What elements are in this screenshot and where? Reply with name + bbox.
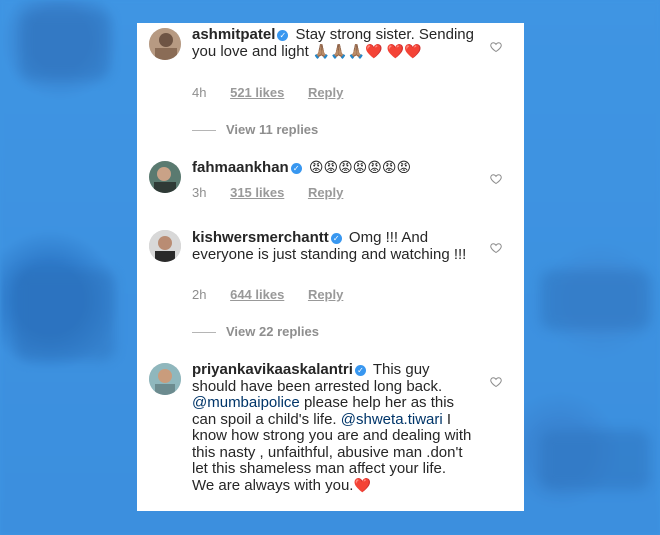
likes-link[interactable]: 644 likes — [230, 287, 284, 302]
view-replies-button[interactable]: View 11 replies — [192, 122, 318, 137]
reply-button[interactable]: Reply — [308, 185, 343, 200]
avatar[interactable] — [149, 230, 181, 262]
comment-text: ashmitpatel ✓ Stay strong sister. Sending… — [192, 26, 477, 60]
replies-divider — [192, 332, 216, 334]
replies-divider — [192, 130, 216, 132]
verified-badge-icon: ✓ — [330, 233, 342, 244]
comment-meta: 2h 644 likes Reply — [192, 287, 363, 302]
username[interactable]: ashmitpatel — [192, 26, 275, 43]
avatar[interactable] — [149, 363, 181, 395]
likes-link[interactable]: 315 likes — [230, 185, 284, 200]
blurred-shape — [15, 270, 115, 360]
username[interactable]: kishwersmerchantt — [192, 229, 329, 246]
comment-time: 2h — [192, 287, 207, 302]
comment-body-4: We are always with you. — [192, 476, 354, 494]
comment-emoji: 😡😡😡😡😡😡😡 — [308, 159, 412, 175]
comment-text: kishwersmerchantt ✓ Omg !!! And everyone … — [192, 229, 477, 263]
blurred-shape — [540, 430, 650, 490]
comment-meta: 4h 521 likes Reply — [192, 85, 363, 100]
comment-emoji: 🙏🏽🙏🏽🙏🏽❤️ ❤️❤️ — [312, 42, 422, 59]
comment-time: 4h — [192, 85, 207, 100]
mention-link[interactable]: @mumbaipolice — [192, 394, 300, 411]
avatar[interactable] — [149, 28, 181, 60]
comment-time: 3h — [192, 185, 207, 200]
reply-button[interactable]: Reply — [308, 85, 343, 100]
view-replies-label: View 11 replies — [226, 122, 319, 137]
view-replies-label: View 22 replies — [226, 324, 319, 339]
username[interactable]: fahmaankhan — [192, 159, 289, 176]
comments-card: ashmitpatel ✓ Stay strong sister. Sending… — [137, 23, 524, 511]
avatar[interactable] — [149, 161, 181, 193]
heart-icon[interactable] — [490, 242, 502, 254]
verified-badge-icon: ✓ — [354, 365, 366, 376]
likes-link[interactable]: 521 likes — [230, 85, 284, 100]
heart-icon[interactable] — [490, 173, 502, 185]
heart-icon[interactable] — [490, 41, 502, 53]
verified-badge-icon: ✓ — [277, 30, 289, 41]
verified-badge-icon: ✓ — [290, 163, 302, 174]
username[interactable]: priyankavikaaskalantri — [192, 361, 353, 378]
comment-meta: 3h 315 likes Reply — [192, 185, 363, 200]
mention-link[interactable]: @shweta.tiwari — [341, 411, 443, 428]
comment-text: fahmaankhan ✓ 😡😡😡😡😡😡😡 — [192, 159, 477, 177]
comment-text: priyankavikaaskalantri ✓ This guy should … — [192, 361, 477, 494]
view-replies-button[interactable]: View 22 replies — [192, 324, 319, 339]
heart-icon[interactable] — [490, 376, 502, 388]
reply-button[interactable]: Reply — [308, 287, 343, 302]
comment-emoji: ❤️ — [353, 476, 371, 493]
blurred-shape — [20, 10, 110, 80]
blurred-shape — [540, 270, 650, 330]
